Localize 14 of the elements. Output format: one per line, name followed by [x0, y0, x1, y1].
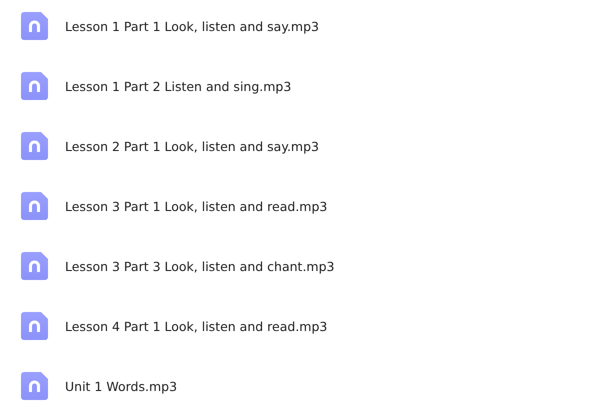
file-name[interactable]: Unit 1 Words.mp3: [65, 378, 178, 394]
file-name[interactable]: Lesson 4 Part 1 Look, listen and read.mp3: [65, 318, 328, 334]
audio-file-icon: [21, 252, 48, 280]
file-name[interactable]: Lesson 3 Part 3 Look, listen and chant.mp3: [65, 258, 334, 274]
audio-file-icon: [21, 312, 48, 340]
audio-file-icon: [21, 192, 48, 220]
audio-file-icon: [21, 72, 48, 100]
file-name[interactable]: Lesson 3 Part 1 Look, listen and read.mp3: [65, 198, 328, 214]
audio-file-icon: [21, 372, 48, 400]
file-name[interactable]: Lesson 2 Part 1 Look, listen and say.mp3: [65, 138, 319, 154]
file-name[interactable]: Lesson 1 Part 1 Look, listen and say.mp3: [65, 18, 319, 34]
audio-file-icon: [21, 12, 48, 40]
audio-file-icon: [21, 132, 48, 160]
file-name[interactable]: Lesson 1 Part 2 Listen and sing.mp3: [65, 78, 292, 94]
